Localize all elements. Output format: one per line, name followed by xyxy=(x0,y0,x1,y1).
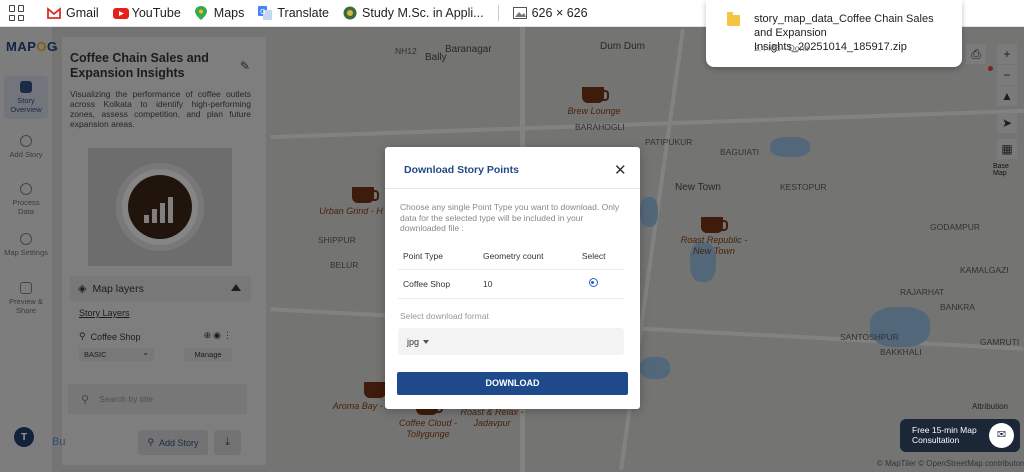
dialog-info: Choose any single Point Type you want to… xyxy=(400,202,620,233)
youtube-icon xyxy=(112,6,129,20)
geometry-count-cell: 10 xyxy=(478,269,577,299)
folder-icon xyxy=(727,12,740,26)
point-type-cell: Coffee Shop xyxy=(398,269,479,299)
bookmark-separator xyxy=(497,5,499,21)
format-select[interactable]: jpg xyxy=(398,328,624,355)
download-button[interactable]: DOWNLOAD xyxy=(397,372,628,395)
format-label: Select download format xyxy=(400,311,489,321)
bookmark-image[interactable]: 626 × 626 xyxy=(512,6,588,20)
image-icon xyxy=(512,6,527,20)
dialog-title: Download Story Points xyxy=(404,164,519,176)
app-area: Baranagar Bally Dum Dum New Town NH12 SH… xyxy=(0,27,1024,472)
bookmark-youtube[interactable]: YouTube xyxy=(112,6,181,20)
map-credit: © MapTiler © OpenStreetMap contributors xyxy=(877,459,1024,468)
download-dialog: Download Story Points ✕ Choose any singl… xyxy=(385,147,640,409)
apps-grid-icon[interactable] xyxy=(9,5,25,21)
maps-icon xyxy=(194,6,209,20)
attribution-link[interactable]: Attribution xyxy=(972,402,1008,411)
chat-icon[interactable]: ✉ xyxy=(989,423,1014,448)
col-geometry-count: Geometry count xyxy=(478,244,577,270)
bookmark-gmail[interactable]: Gmail xyxy=(47,6,99,20)
download-meta: 2.4 MB • Done xyxy=(754,43,809,53)
col-select: Select xyxy=(576,244,624,270)
point-type-table: Point Type Geometry count Select Coffee … xyxy=(398,244,624,299)
globe-icon xyxy=(343,6,357,20)
consultation-banner[interactable]: Free 15-min Map Consultation ✉ xyxy=(900,419,1020,452)
bottom-label: Bu xyxy=(52,436,66,448)
col-point-type: Point Type xyxy=(398,244,479,270)
table-row[interactable]: Coffee Shop 10 xyxy=(398,269,624,299)
dialog-divider xyxy=(385,188,640,189)
close-icon[interactable]: ✕ xyxy=(614,161,627,179)
bookmark-maps[interactable]: Maps xyxy=(194,6,244,20)
select-radio[interactable] xyxy=(588,278,598,287)
gmail-icon xyxy=(47,6,61,20)
bookmark-translate[interactable]: G Translate xyxy=(258,6,329,20)
svg-text:G: G xyxy=(260,8,265,16)
download-popup[interactable]: story_map_data_Coffee Chain Sales and Ex… xyxy=(706,0,962,67)
chevron-down-icon xyxy=(423,340,430,344)
translate-icon: G xyxy=(258,6,273,20)
bookmark-study[interactable]: Study M.Sc. in Appli... xyxy=(343,6,484,20)
